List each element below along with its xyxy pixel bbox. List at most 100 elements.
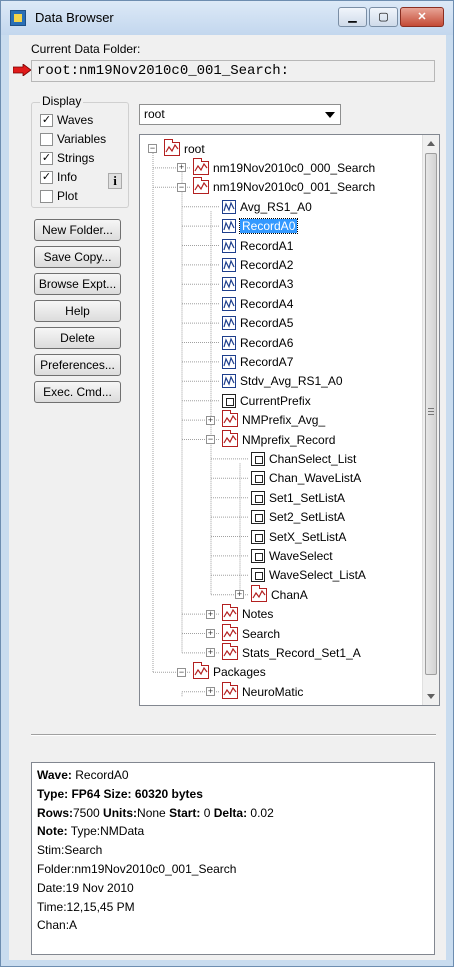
new-folder-button[interactable]: New Folder... (34, 219, 121, 241)
variables-check-box[interactable] (40, 132, 53, 146)
expand-toggle-icon[interactable]: + (206, 609, 215, 619)
tree-node[interactable]: root (164, 138, 205, 158)
expand-toggle-icon[interactable]: + (177, 163, 186, 173)
expand-toggle-icon[interactable]: + (206, 648, 215, 658)
tree-node[interactable]: nm19Nov2010c0_000_Search (193, 157, 376, 177)
dropdown-arrow-icon (325, 112, 335, 118)
tree-node[interactable]: Set1_SetListA (251, 488, 345, 507)
tree-node[interactable]: NMPrefix_Avg_ (222, 410, 325, 430)
collapse-toggle-icon[interactable]: − (177, 667, 186, 677)
tree-node-label: nm19Nov2010c0_000_Search (213, 160, 376, 175)
current-folder-arrow-icon (13, 64, 31, 76)
tree-node[interactable]: RecordA2 (222, 255, 293, 274)
maximize-button[interactable]: ▢ (369, 7, 398, 27)
tree-node[interactable]: Avg_RS1_A0 (222, 197, 312, 216)
expand-toggle-icon[interactable]: + (206, 687, 215, 697)
tree-scrollbar[interactable] (422, 135, 439, 705)
tree-node-label: Chan_WaveListA (269, 471, 362, 486)
tree-node[interactable]: RecordA0 (222, 217, 299, 236)
wave-icon (222, 374, 236, 389)
tree-node[interactable]: RecordA3 (222, 275, 293, 294)
tree-node[interactable]: SetX_SetListA (251, 527, 346, 546)
waves-checkbox[interactable]: ✓ Waves (40, 112, 93, 128)
variables-checkbox[interactable]: Variables (40, 131, 106, 147)
strings-label: Strings (57, 151, 95, 165)
info-folder-line: Folder:nm19Nov2010c0_001_Search (37, 861, 237, 876)
scroll-thumb[interactable] (425, 153, 437, 675)
tree-node[interactable]: RecordA6 (222, 333, 293, 352)
delete-button[interactable]: Delete (34, 327, 121, 349)
folder-select[interactable]: root (139, 104, 341, 125)
tree-node[interactable]: Stdv_Avg_RS1_A0 (222, 372, 343, 391)
strings-checkbox[interactable]: ✓ Strings (40, 150, 94, 166)
info-check-box[interactable]: ✓ (40, 170, 53, 184)
close-button[interactable]: ✕ (400, 7, 444, 27)
expand-toggle-icon[interactable]: + (235, 590, 244, 600)
tree-node[interactable]: WaveSelect_ListA (251, 566, 366, 585)
waves-check-box[interactable]: ✓ (40, 113, 53, 127)
browse-expt-button[interactable]: Browse Expt... (34, 273, 121, 295)
tree-node[interactable]: Search (222, 623, 280, 643)
expand-toggle-icon[interactable]: + (206, 415, 215, 425)
help-button[interactable]: Help (34, 300, 121, 322)
tree-node[interactable]: Stats_Record_Set1_A (222, 642, 361, 662)
tree-node[interactable]: Chan_WaveListA (251, 469, 361, 488)
folder-select-value: root (144, 107, 165, 121)
collapse-toggle-icon[interactable]: − (206, 435, 215, 444)
tree-node[interactable]: WaveSelect (251, 546, 333, 565)
string-variable-icon (251, 471, 265, 486)
tree-node[interactable]: RecordA1 (222, 236, 293, 255)
folder-icon (222, 429, 238, 447)
tree-node[interactable]: Notes (222, 604, 273, 624)
tree-node[interactable]: NeuroMatic (222, 681, 303, 701)
data-tree[interactable]: − root + nm19Nov2010c0_000_Search − nm19Nov20… (139, 134, 440, 706)
folder-icon (193, 177, 209, 195)
waves-label: Waves (57, 113, 94, 127)
folder-icon (164, 138, 180, 156)
expand-toggle-icon[interactable]: + (206, 629, 215, 638)
wave-icon (222, 354, 236, 369)
plot-checkbox[interactable]: Plot (40, 188, 78, 204)
string-variable-icon (251, 451, 265, 466)
exec-cmd-button[interactable]: Exec. Cmd... (34, 381, 121, 403)
tree-node-label: RecordA2 (240, 257, 294, 272)
tree-node[interactable]: Set2_SetListA (251, 508, 345, 527)
tree-node-label: CurrentPrefix (240, 393, 311, 408)
tree-node[interactable]: RecordA5 (222, 314, 293, 333)
tree-node-label: WaveSelect_ListA (269, 568, 366, 583)
info-stim-line: Stim:Search (37, 843, 103, 858)
wave-icon (222, 238, 236, 253)
tree-node[interactable]: RecordA7 (222, 352, 293, 371)
info-help-icon[interactable]: i (108, 173, 122, 189)
info-checkbox[interactable]: ✓ Info (40, 169, 77, 185)
tree-node[interactable]: ChanA (251, 584, 308, 604)
tree-node[interactable]: RecordA4 (222, 294, 293, 313)
tree-node-label: nm19Nov2010c0_001_Search (213, 180, 376, 195)
window-client-area: Current Data Folder: root:nm19Nov2010c0_… (9, 35, 446, 960)
tree-node[interactable]: NMprefix_Record (222, 429, 335, 449)
title-bar[interactable]: Data Browser ▁ ▢ ✕ (1, 1, 453, 35)
scroll-up-arrow-icon[interactable] (427, 141, 435, 146)
folder-icon (222, 410, 238, 428)
collapse-toggle-icon[interactable]: − (177, 182, 186, 192)
wave-icon (222, 199, 236, 214)
string-variable-icon (251, 510, 265, 525)
strings-check-box[interactable]: ✓ (40, 151, 53, 165)
info-wave-line: Wave: RecordA0 (37, 768, 129, 782)
tree-node[interactable]: Packages (193, 662, 266, 682)
panel-divider[interactable] (31, 734, 436, 736)
tree-node[interactable]: CurrentPrefix (222, 391, 311, 410)
folder-icon (222, 623, 238, 641)
folder-icon (222, 642, 238, 660)
tree-node[interactable]: nm19Nov2010c0_001_Search (193, 177, 376, 197)
tree-node[interactable]: ChanSelect_List (251, 449, 356, 468)
collapse-toggle-icon[interactable]: − (148, 144, 157, 153)
current-folder-label: Current Data Folder: (31, 42, 141, 56)
save-copy-button[interactable]: Save Copy... (34, 246, 121, 268)
scroll-down-arrow-icon[interactable] (427, 694, 435, 699)
string-variable-icon (251, 548, 265, 563)
plot-check-box[interactable] (40, 189, 53, 203)
tree-node-label: RecordA4 (240, 296, 294, 311)
preferences-button[interactable]: Preferences... (34, 354, 121, 376)
minimize-button[interactable]: ▁ (338, 7, 367, 27)
